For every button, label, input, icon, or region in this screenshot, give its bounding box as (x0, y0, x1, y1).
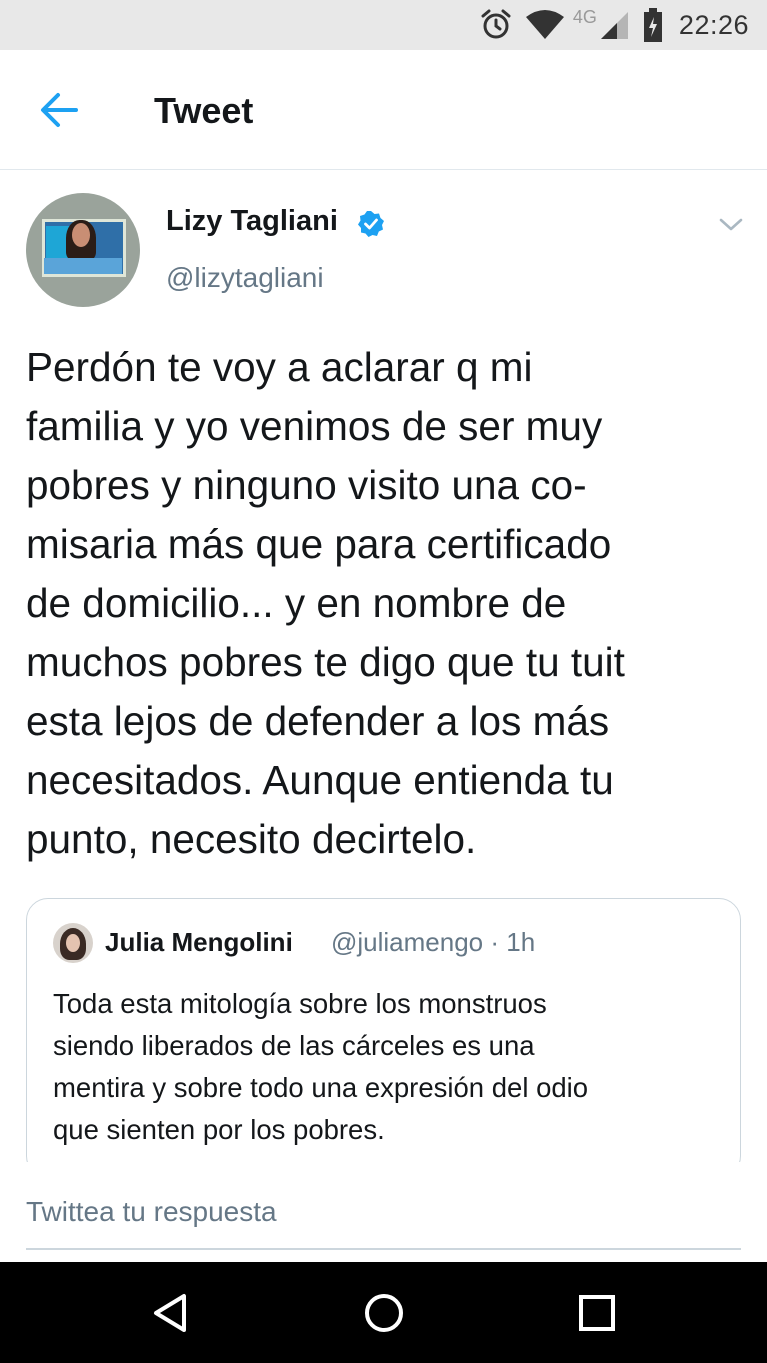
wifi-icon (525, 10, 564, 39)
quoted-author-name: Julia Mengolini (105, 927, 293, 957)
app-header: Tweet (0, 50, 767, 170)
tweet-text-line: punto, necesito decirtelo. (26, 816, 477, 862)
tweet-text-line: misaria más que para certificado (26, 521, 612, 567)
alarm-icon (481, 9, 511, 39)
reply-underline (26, 1248, 741, 1250)
tweet-text-line: esta lejos de defender a los más (26, 698, 610, 744)
tweet-text-line: familia y yo venimos de ser muy (26, 403, 603, 449)
quoted-text-line: mentira y sobre todo una expresión del o… (53, 1072, 589, 1103)
author-avatar[interactable] (26, 193, 140, 307)
reply-input[interactable]: Twittea tu respuesta (26, 1196, 277, 1228)
quoted-tweet-text: Toda esta mitología sobre los monstruos … (53, 983, 713, 1151)
quoted-text-line: siendo liberados de las cárceles es una (53, 1030, 535, 1061)
arrow-left-icon[interactable] (38, 90, 80, 130)
tweet-text-line: necesitados. Aunque entienda tu (26, 757, 614, 803)
tweet-text-line: muchos pobres te digo que tu tuit (26, 639, 625, 685)
author-handle[interactable]: @lizytagliani (166, 262, 324, 294)
quoted-text-line: Toda esta mitología sobre los monstruos (53, 988, 547, 1019)
battery-icon (643, 8, 662, 42)
status-icons: 4G 22:26 (479, 0, 767, 50)
status-bar: 4G 22:26 (0, 0, 767, 50)
recents-square-icon[interactable] (574, 1290, 620, 1336)
quoted-tweet-card[interactable]: Julia Mengolini @juliamengo · 1h Toda es… (26, 898, 741, 1178)
tweet-text-line: Perdón te voy a aclarar q mi (26, 344, 533, 390)
clock-time: 22:26 (678, 9, 749, 40)
quoted-handle-time: @juliamengo · 1h (331, 927, 536, 957)
tweet-text: Perdón te voy a aclarar q mi familia y y… (26, 338, 741, 869)
tweet-text-line: pobres y ninguno visito una co- (26, 462, 587, 508)
network-type-label: 4G (572, 6, 597, 27)
verified-badge-icon (358, 211, 384, 237)
system-nav-bar (0, 1262, 767, 1363)
quoted-author-avatar (53, 923, 93, 963)
chevron-down-icon[interactable] (718, 214, 744, 236)
quoted-text-line: que sienten por los pobres. (53, 1114, 385, 1145)
page-title: Tweet (154, 90, 254, 131)
reply-composer: Twittea tu respuesta (0, 1162, 767, 1262)
author-name[interactable]: Lizy Tagliani (166, 205, 338, 238)
signal-icon (600, 12, 628, 39)
home-circle-icon[interactable] (361, 1290, 407, 1336)
back-triangle-icon[interactable] (148, 1290, 194, 1336)
tweet-text-line: de domicilio... y en nombre de (26, 580, 567, 626)
